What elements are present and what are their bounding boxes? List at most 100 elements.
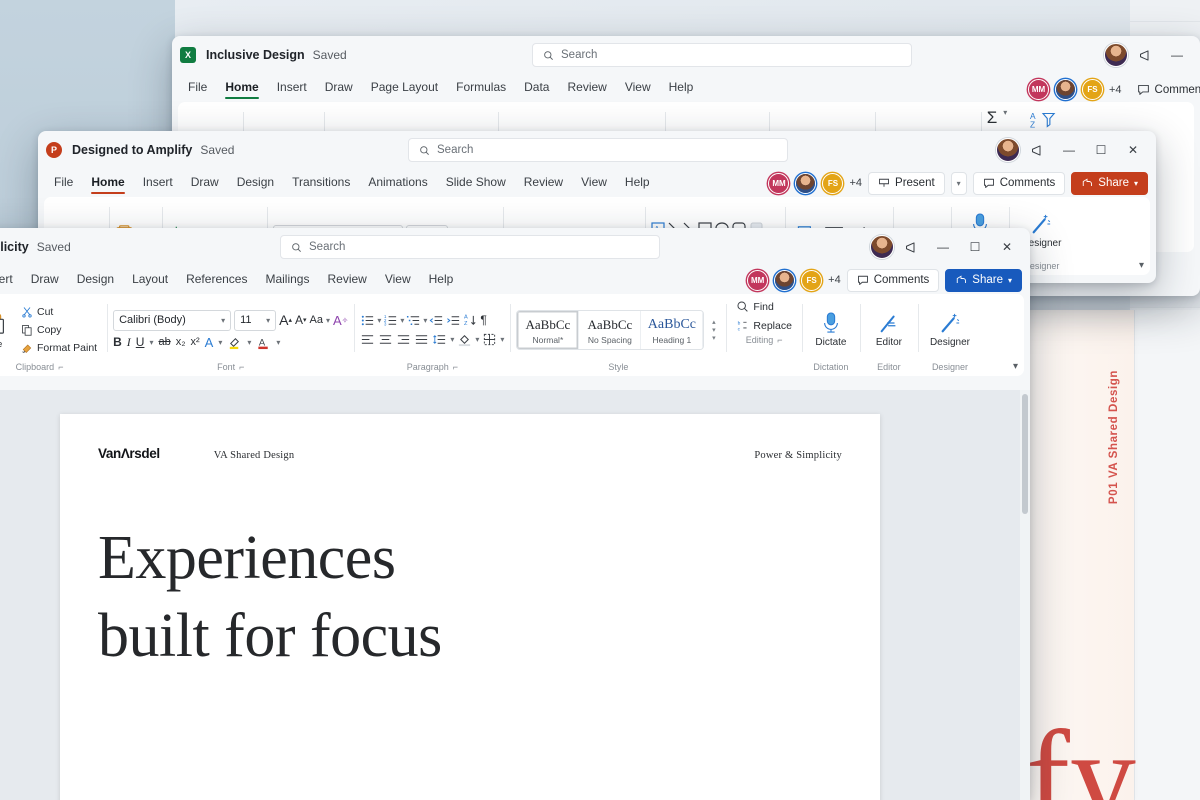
multilevel-list-icon[interactable] (406, 313, 421, 328)
powerpoint-document-title[interactable]: Designed to Amplify (72, 143, 192, 157)
chevron-down-icon[interactable]: ▾ (247, 338, 251, 347)
document-vertical-scrollbar[interactable] (1020, 390, 1030, 800)
tab-view[interactable]: View (617, 77, 659, 99)
word-editing-group-label[interactable]: Editing ⌐ (732, 334, 796, 345)
word-underline-button[interactable]: U (136, 335, 145, 349)
excel-window-controls[interactable]: — (1104, 41, 1192, 69)
tab-view[interactable]: View (573, 172, 615, 194)
word-group-styles[interactable]: AaBbCc Normal* AaBbCc No Spacing AaBbCc Headi… (510, 298, 726, 372)
excel-account-avatar[interactable] (1104, 43, 1128, 67)
tab-insert[interactable]: Insert (269, 77, 315, 99)
powerpoint-present-options[interactable]: ▾ (950, 171, 967, 195)
chevron-down-icon[interactable]: ▾ (1003, 108, 1007, 117)
show-formatting-marks-icon[interactable]: ¶ (480, 313, 486, 327)
word-change-case-button[interactable]: Aa (310, 314, 323, 326)
powerpoint-share-button[interactable]: Share ▾ (1071, 171, 1148, 195)
tab-design[interactable]: Design (69, 269, 122, 291)
powerpoint-close-button[interactable]: ✕ (1118, 136, 1148, 164)
chevron-down-icon[interactable]: ▾ (377, 316, 381, 325)
powerpoint-maximize-button[interactable]: ☐ (1086, 136, 1116, 164)
word-italic-button[interactable]: I (127, 335, 131, 350)
tab-draw[interactable]: Draw (183, 172, 227, 194)
excel-minimize-button[interactable]: — (1162, 41, 1192, 69)
chevron-down-icon[interactable]: ▾ (500, 335, 504, 344)
decrease-indent-icon[interactable] (429, 313, 444, 328)
word-group-font[interactable]: Calibri (Body) ▾ 11 ▾ A ▴ A ▾ Aa ▾ A ✧ B I U … (107, 298, 354, 372)
tab-view[interactable]: View (377, 269, 419, 291)
tab-home[interactable]: Home (217, 77, 266, 99)
tab-design[interactable]: Design (229, 172, 282, 194)
justify-icon[interactable] (414, 332, 429, 347)
tab-nsert[interactable]: nsert (0, 269, 21, 291)
powerpoint-titlebar[interactable]: P Designed to Amplify Saved Search — ☐ ✕ (38, 131, 1156, 169)
word-titlebar[interactable]: implicity Saved Search — ☐ ✕ (0, 228, 1030, 266)
chevron-down-icon[interactable]: ▾ (326, 316, 330, 325)
chevron-down-icon[interactable]: ▾ (218, 338, 222, 347)
powerpoint-collaborator-mm[interactable]: MM (768, 172, 790, 194)
word-replace-button[interactable]: bc Replace (732, 317, 796, 334)
tab-file[interactable]: File (180, 77, 215, 99)
align-left-icon[interactable] (360, 332, 375, 347)
style-gallery[interactable]: AaBbCc Normal* AaBbCc No Spacing AaBbCc Headi… (516, 309, 705, 350)
tab-review[interactable]: Review (319, 269, 374, 291)
highlight-icon[interactable] (227, 335, 242, 350)
word-share-button[interactable]: Share ▾ (945, 268, 1022, 292)
word-group-editing[interactable]: Find bc Replace Editing ⌐ (726, 298, 802, 372)
tab-data[interactable]: Data (516, 77, 557, 99)
word-comments-button[interactable]: Comments (846, 268, 940, 292)
word-designer-button[interactable]: Designer (924, 309, 976, 350)
tab-help[interactable]: Help (661, 77, 702, 99)
tab-help[interactable]: Help (617, 172, 658, 194)
word-bold-button[interactable]: B (113, 335, 122, 349)
tab-references[interactable]: References (178, 269, 255, 291)
bullet-list-icon[interactable] (360, 313, 375, 328)
excel-document-title[interactable]: Inclusive Design (206, 48, 305, 62)
word-copy-button[interactable]: Copy (17, 322, 101, 338)
word-group-editor[interactable]: Editor Editor (859, 298, 918, 372)
dialog-launcher-icon[interactable]: ⌐ (239, 362, 244, 372)
word-format-painter-button[interactable]: Format Paint (17, 340, 101, 356)
word-paragraph-group-label[interactable]: Paragraph ⌐ (360, 361, 504, 372)
word-font-family-select[interactable]: Calibri (Body) ▾ (113, 309, 232, 331)
word-group-designer[interactable]: Designer Designer (917, 298, 982, 372)
word-collaborator-fs[interactable]: FS (801, 269, 823, 291)
word-minimize-button[interactable]: — (928, 233, 958, 261)
clear-formatting-icon[interactable]: A✧ (333, 313, 348, 328)
tab-layout[interactable]: Layout (124, 269, 176, 291)
strikethrough-icon[interactable]: ab (158, 336, 170, 348)
tab-slide-show[interactable]: Slide Show (438, 172, 514, 194)
powerpoint-feedback-icon[interactable] (1022, 136, 1052, 164)
word-editor-button[interactable]: Editor (866, 309, 912, 350)
align-right-icon[interactable] (396, 332, 411, 347)
tab-draw[interactable]: Draw (23, 269, 67, 291)
word-group-paragraph[interactable]: ▾ 123 ▾ ▾ AZ ¶ ▾ ▾ ▾ Paragraph ⌐ (354, 298, 510, 372)
tab-help[interactable]: Help (421, 269, 462, 291)
word-subscript-button[interactable]: x₂ (176, 336, 186, 348)
word-collaborator-overflow[interactable]: +4 (828, 274, 841, 286)
powerpoint-search-input[interactable]: Search (408, 138, 788, 162)
document-page[interactable]: VanΛrsdel VA Shared Design Power & Simpl… (60, 414, 880, 800)
tab-animations[interactable]: Animations (360, 172, 435, 194)
tab-review[interactable]: Review (559, 77, 614, 99)
excel-collaborator-mm[interactable]: MM (1028, 79, 1049, 100)
excel-search-input[interactable]: Search (532, 43, 912, 67)
word-action-bar[interactable]: MM FS +4 Comments Share ▾ (747, 268, 1022, 292)
tab-formulas[interactable]: Formulas (448, 77, 514, 99)
powerpoint-window-controls[interactable]: — ☐ ✕ (996, 136, 1148, 164)
word-group-dictation[interactable]: Dictate Dictation (801, 298, 860, 372)
chevron-down-icon[interactable]: ▾ (276, 338, 280, 347)
powerpoint-ribbon-collapse-icon[interactable]: ▾ (1139, 260, 1144, 271)
powerpoint-collaborator-fs[interactable]: FS (822, 172, 844, 194)
powerpoint-minimize-button[interactable]: — (1054, 136, 1084, 164)
word-ribbon[interactable]: ste Cut Copy Format Paint (0, 294, 1024, 376)
word-document-title[interactable]: implicity (0, 240, 29, 254)
word-paste-button[interactable]: ste (0, 307, 14, 352)
word-grow-font-button[interactable]: A ▴ (279, 312, 292, 328)
word-shrink-font-button[interactable]: A ▾ (295, 313, 307, 327)
tab-transitions[interactable]: Transitions (284, 172, 358, 194)
excel-feedback-icon[interactable] (1130, 41, 1160, 69)
tab-insert[interactable]: Insert (135, 172, 181, 194)
sort-icon[interactable]: AZ (463, 313, 478, 328)
powerpoint-action-bar[interactable]: MM FS +4 Present ▾ Comments Share ▾ (768, 171, 1148, 195)
text-effects-icon[interactable]: A (205, 335, 214, 350)
